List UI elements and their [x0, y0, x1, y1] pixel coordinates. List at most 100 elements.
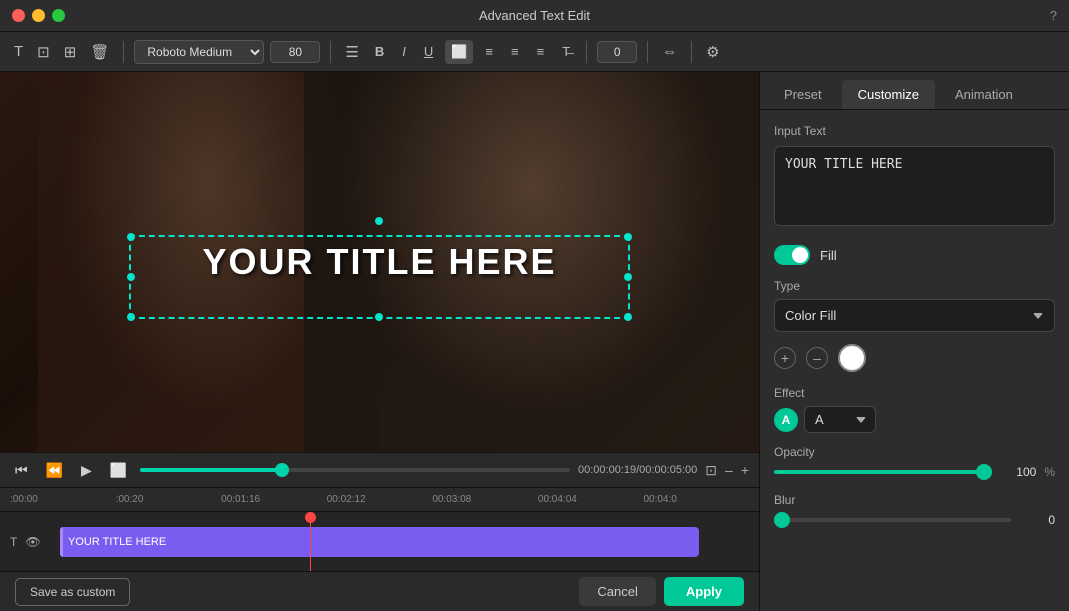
divider-5 [691, 41, 692, 63]
maximize-button[interactable] [52, 9, 65, 22]
handle-mid-left[interactable] [127, 273, 135, 281]
paragraph-format-icon[interactable]: ☰ [341, 39, 362, 65]
effect-label: Effect [774, 386, 1055, 400]
timeline-track-area: T 👁 YOUR TITLE HERE [0, 512, 759, 571]
ruler-mark-6: 00:04:0 [643, 494, 749, 505]
text-style-button[interactable]: T̶ [556, 40, 576, 63]
ruler-mark-3: 00:02:12 [327, 494, 433, 505]
cancel-button[interactable]: Cancel [579, 577, 655, 606]
blur-section: Blur 0 [774, 493, 1055, 527]
tab-preset[interactable]: Preset [768, 80, 838, 109]
underline-button[interactable]: U [418, 40, 439, 63]
color-row: + – [774, 344, 1055, 372]
align-center-button[interactable]: ≡ [479, 40, 499, 63]
font-size-input[interactable] [270, 41, 320, 63]
timeline: :00:00 :00:20 00:01:16 00:02:12 00:03:08… [0, 488, 759, 571]
align-justify-button[interactable]: ≡ [531, 40, 551, 63]
video-preview[interactable]: YOUR TITLE HERE [0, 72, 759, 452]
toggle-thumb [792, 247, 808, 263]
playhead-head [305, 512, 316, 523]
add-color-button[interactable]: + [774, 347, 796, 369]
fill-row: Fill [774, 245, 1055, 265]
divider-4 [647, 41, 648, 63]
divider-3 [586, 41, 587, 63]
tab-customize[interactable]: Customize [842, 80, 935, 109]
stop-button[interactable]: ⬜ [105, 459, 132, 482]
input-text-field[interactable]: YOUR TITLE HERE [774, 146, 1055, 226]
help-icon[interactable]: ? [1050, 8, 1057, 23]
playback-controls: ⏮ ⏪ ▶ ⬜ 00:00:00:19/00:00:05:00 ⊡ – + [0, 452, 759, 488]
frame-tool-icon[interactable]: ⊡ [33, 39, 54, 65]
track-icons: T 👁 [10, 535, 41, 549]
align-right-button[interactable]: ≡ [505, 40, 525, 63]
progress-fill [140, 468, 282, 472]
handle-top-left[interactable] [127, 233, 135, 241]
handle-bottom-right[interactable] [624, 313, 632, 321]
font-family-select[interactable]: Roboto Medium [134, 40, 264, 64]
opacity-slider-row: 100 % [774, 465, 1055, 479]
panel-tabs: Preset Customize Animation [760, 72, 1069, 110]
text-overlay[interactable]: YOUR TITLE HERE [202, 241, 556, 283]
effect-select-wrapper: A A B C None [774, 406, 1055, 433]
zoom-in-button[interactable]: + [741, 462, 749, 478]
time-display: 00:00:00:19/00:00:05:00 [578, 464, 697, 476]
eye-icon[interactable]: 👁 [25, 535, 40, 549]
prev-frame-button[interactable]: ⏪ [41, 459, 68, 482]
opacity-label: Opacity [774, 445, 1055, 459]
timeline-ruler: :00:00 :00:20 00:01:16 00:02:12 00:03:08… [0, 488, 759, 512]
fill-toggle[interactable] [774, 245, 810, 265]
rotation-input[interactable] [597, 41, 637, 63]
apply-button[interactable]: Apply [664, 577, 744, 606]
tab-animation[interactable]: Animation [939, 80, 1029, 109]
fit-button[interactable]: ⊡ [705, 462, 717, 479]
rewind-button[interactable]: ⏮ [10, 459, 33, 482]
remove-color-button[interactable]: – [806, 347, 828, 369]
blur-value: 0 [1019, 513, 1055, 527]
zoom-out-button[interactable]: – [725, 462, 733, 478]
main-area: YOUR TITLE HERE ⏮ ⏪ ▶ ⬜ 00:00:00:19/00:0… [0, 72, 1069, 611]
type-row: Type Color Fill Gradient Image [774, 279, 1055, 332]
color-swatch[interactable] [838, 344, 866, 372]
effects-icon[interactable]: ⚙ [702, 39, 723, 65]
timeline-clip[interactable]: YOUR TITLE HERE [60, 527, 699, 557]
type-label: Type [774, 279, 1055, 293]
minimize-button[interactable] [32, 9, 45, 22]
text-track-icon[interactable]: T [10, 535, 17, 549]
type-select[interactable]: Color Fill Gradient Image [774, 299, 1055, 332]
progress-thumb[interactable] [275, 463, 289, 477]
ruler-mark-4: 00:03:08 [432, 494, 538, 505]
window-controls [12, 9, 65, 22]
image-tool-icon[interactable]: ⊞ [60, 39, 81, 65]
clip-label: YOUR TITLE HERE [68, 536, 166, 548]
text-tool-icon[interactable]: T [10, 39, 27, 64]
divider-1 [123, 41, 124, 63]
toolbar: T ⊡ ⊞ 🗑 Roboto Medium ☰ B I U ⬜ ≡ ≡ ≡ T̶… [0, 32, 1069, 72]
align-left-button[interactable]: ⬜ [445, 40, 473, 64]
title-bar: Advanced Text Edit ? [0, 0, 1069, 32]
delete-tool-icon[interactable]: 🗑 [86, 39, 113, 65]
ruler-mark-0: :00:00 [10, 494, 116, 505]
save-custom-button[interactable]: Save as custom [15, 578, 130, 606]
bottom-right-buttons: Cancel Apply [579, 577, 744, 606]
effect-select[interactable]: A B C None [804, 406, 876, 433]
play-button[interactable]: ▶ [76, 459, 97, 482]
left-panel: YOUR TITLE HERE ⏮ ⏪ ▶ ⬜ 00:00:00:19/00:0… [0, 72, 759, 611]
fill-label: Fill [820, 248, 837, 263]
handle-bottom-left[interactable] [127, 313, 135, 321]
blur-slider-row: 0 [774, 513, 1055, 527]
ruler-mark-5: 00:04:04 [538, 494, 644, 505]
close-button[interactable] [12, 9, 25, 22]
opacity-unit: % [1044, 465, 1055, 479]
ruler-mark-1: :00:20 [116, 494, 222, 505]
playhead[interactable] [310, 512, 311, 571]
opacity-slider[interactable] [774, 470, 992, 474]
italic-button[interactable]: I [396, 40, 412, 63]
progress-track[interactable] [140, 468, 570, 472]
ruler-mark-2: 00:01:16 [221, 494, 327, 505]
effect-badge: A [774, 408, 798, 432]
bold-button[interactable]: B [369, 40, 390, 63]
effect-row: Effect A A B C None [774, 386, 1055, 433]
divider-2 [330, 41, 331, 63]
blur-slider[interactable] [774, 518, 1011, 522]
letter-spacing-icon[interactable]: ⇔ [658, 39, 681, 64]
